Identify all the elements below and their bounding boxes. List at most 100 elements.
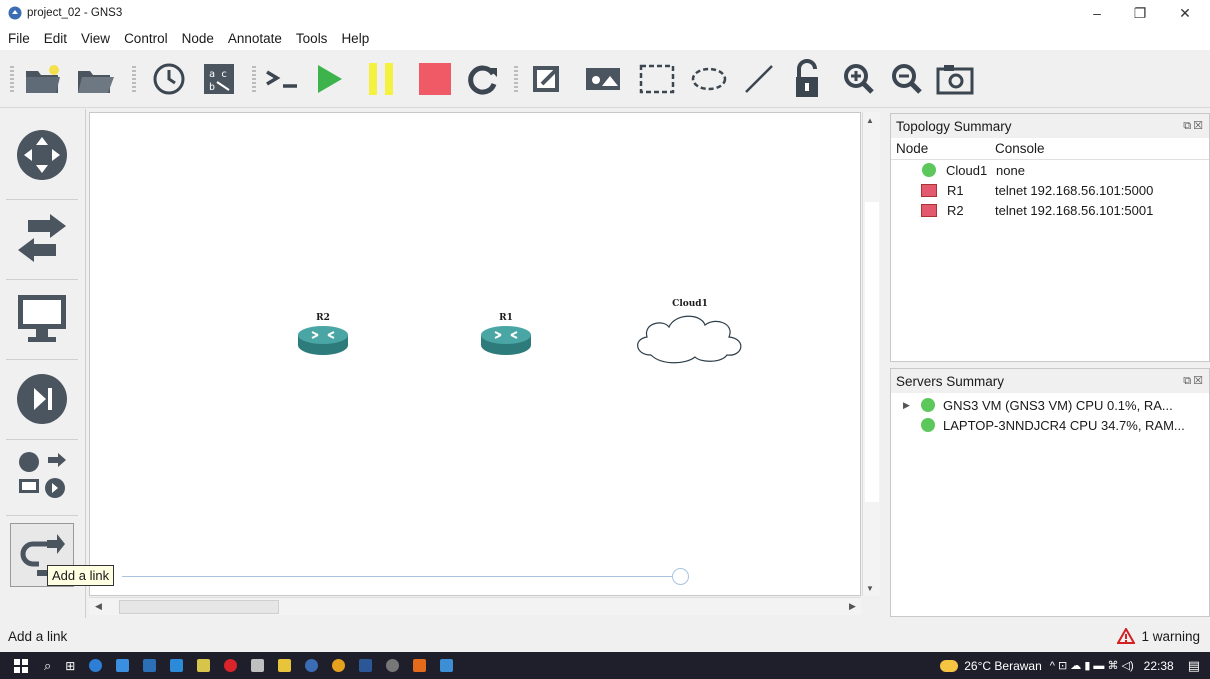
list-item[interactable]: Cloud1 none — [891, 160, 1209, 180]
task-view-icon[interactable]: ⊞ — [65, 659, 75, 673]
node-name: Cloud1 — [946, 162, 988, 178]
menu-tools[interactable]: Tools — [296, 31, 328, 46]
switches-icon[interactable] — [10, 207, 74, 271]
gns3-taskbar-icon[interactable] — [305, 659, 319, 672]
reload-all-icon[interactable] — [462, 59, 504, 99]
unlock-icon[interactable] — [786, 59, 828, 99]
gns3-app-icon — [8, 6, 22, 20]
virtualbox-icon[interactable] — [440, 659, 454, 672]
weather-text[interactable]: 26°C Berawan — [964, 659, 1042, 673]
router-node-r1[interactable]: R1 — [478, 313, 534, 360]
console-all-icon[interactable] — [262, 59, 304, 99]
notification-icon[interactable]: ▤ — [1188, 658, 1200, 674]
list-item[interactable]: LAPTOP-3NNDJCR4 CPU 34.7%, RAM... — [891, 415, 1209, 435]
powerpoint-icon[interactable] — [413, 659, 427, 672]
console-value: telnet 192.168.56.101:5000 — [995, 182, 1154, 198]
zoom-out-icon[interactable] — [886, 59, 928, 99]
column-header-console[interactable]: Console — [995, 141, 1045, 156]
canvas-vertical-scrollbar[interactable]: ▲ ▼ — [862, 112, 880, 596]
router-icon — [298, 326, 348, 355]
sublime-icon[interactable] — [197, 659, 211, 672]
windows-start-icon[interactable] — [14, 658, 28, 673]
python-icon[interactable] — [278, 659, 292, 672]
menu-annotate[interactable]: Annotate — [228, 31, 282, 46]
show-interface-labels-icon[interactable]: a c b — [198, 59, 240, 99]
panel-float-close-icons[interactable]: ⧉☒ — [1183, 119, 1205, 133]
close-button[interactable]: ✕ — [1166, 0, 1204, 26]
router-icon — [481, 326, 531, 355]
open-project-icon[interactable] — [74, 59, 116, 99]
tray-icons[interactable]: ^ ⊡ ☁ ▮ ▬ ⌘ ◁) — [1050, 659, 1134, 672]
github-icon[interactable] — [386, 659, 400, 672]
store-icon[interactable] — [143, 659, 157, 672]
edge-icon[interactable] — [89, 659, 103, 672]
menu-file[interactable]: File — [8, 31, 30, 46]
status-bar: Add a link 1 warning — [0, 620, 1210, 652]
servers-summary-panel: Servers Summary ⧉☒ ▶ GNS3 VM (GNS3 VM) C… — [890, 368, 1210, 617]
insert-picture-icon[interactable] — [582, 59, 624, 99]
start-all-icon[interactable] — [308, 59, 350, 99]
running-status-icon — [922, 163, 936, 177]
menu-view[interactable]: View — [81, 31, 110, 46]
draw-ellipse-icon[interactable] — [688, 59, 730, 99]
column-header-node[interactable]: Node — [891, 141, 995, 156]
clock[interactable]: 22:38 — [1144, 659, 1174, 673]
topology-summary-panel: Topology Summary ⧉☒ Node Console Cloud1 … — [890, 113, 1210, 362]
panel-float-close-icons[interactable]: ⧉☒ — [1183, 374, 1205, 388]
routers-icon[interactable] — [10, 123, 74, 187]
scroll-up-arrow-icon[interactable]: ▲ — [866, 116, 874, 125]
security-devices-icon[interactable] — [10, 367, 74, 431]
scroll-left-arrow-icon[interactable]: ◀ — [95, 601, 102, 612]
menu-node[interactable]: Node — [182, 31, 214, 46]
list-item[interactable]: R2 telnet 192.168.56.101:5001 — [891, 200, 1209, 220]
toolbar-separator — [514, 66, 518, 92]
scroll-right-arrow-icon[interactable]: ▶ — [849, 601, 856, 612]
git-icon[interactable] — [251, 659, 265, 672]
menu-help[interactable]: Help — [341, 31, 369, 46]
vscode-icon[interactable] — [170, 659, 184, 672]
draw-line-icon[interactable] — [738, 59, 780, 99]
list-item[interactable]: ▶ GNS3 VM (GNS3 VM) CPU 0.1%, RA... — [891, 395, 1209, 415]
cloud-node-cloud1[interactable]: Cloud1 — [630, 299, 750, 368]
suspend-all-icon[interactable] — [360, 59, 402, 99]
draw-rectangle-icon[interactable] — [636, 59, 678, 99]
opera-icon[interactable] — [224, 659, 238, 672]
router-node-r2[interactable]: R2 — [295, 313, 351, 360]
windows-taskbar: ⌕ ⊞ 26°C Berawan ^ ⊡ ☁ ▮ ▬ ⌘ ◁) 22:38 ▤ — [0, 652, 1210, 679]
status-text: Add a link — [8, 628, 68, 644]
chrome-icon[interactable] — [332, 659, 346, 672]
scrollbar-thumb[interactable] — [865, 202, 879, 502]
search-icon[interactable]: ⌕ — [44, 658, 51, 674]
add-note-icon[interactable] — [526, 59, 568, 99]
scroll-down-arrow-icon[interactable]: ▼ — [866, 584, 874, 593]
title-bar: project_02 - GNS3 — [0, 0, 1210, 26]
node-label: R2 — [316, 313, 330, 323]
new-project-icon[interactable] — [22, 59, 64, 99]
add-link-tooltip: Add a link — [47, 565, 115, 586]
link-drag-handle — [672, 568, 689, 585]
all-devices-icon[interactable] — [10, 443, 74, 507]
snapshot-icon[interactable] — [148, 59, 190, 99]
svg-text:a c: a c — [209, 69, 227, 80]
zoom-in-icon[interactable] — [838, 59, 880, 99]
topology-canvas[interactable]: R2 R1 Cloud1 — [89, 112, 861, 596]
server-label: GNS3 VM (GNS3 VM) CPU 0.1%, RA... — [943, 397, 1173, 413]
canvas-horizontal-scrollbar[interactable]: ◀ ▶ — [89, 597, 861, 615]
server-running-icon — [921, 398, 935, 412]
warning-indicator[interactable]: 1 warning — [1117, 628, 1200, 644]
svg-text:b: b — [209, 82, 215, 93]
expand-arrow-icon[interactable]: ▶ — [891, 400, 921, 411]
menu-control[interactable]: Control — [124, 31, 168, 46]
maximize-button[interactable]: ❐ — [1121, 0, 1159, 26]
list-item[interactable]: R1 telnet 192.168.56.101:5000 — [891, 180, 1209, 200]
word-icon[interactable] — [359, 659, 373, 672]
menu-edit[interactable]: Edit — [44, 31, 67, 46]
minimize-button[interactable]: – — [1078, 0, 1116, 26]
end-devices-icon[interactable] — [10, 287, 74, 351]
file-explorer-icon[interactable] — [116, 659, 130, 672]
scrollbar-thumb[interactable] — [119, 600, 279, 614]
stop-all-icon[interactable] — [414, 59, 456, 99]
node-label: Cloud1 — [672, 299, 708, 309]
screenshot-icon[interactable] — [934, 59, 976, 99]
stopped-status-icon — [921, 183, 937, 197]
